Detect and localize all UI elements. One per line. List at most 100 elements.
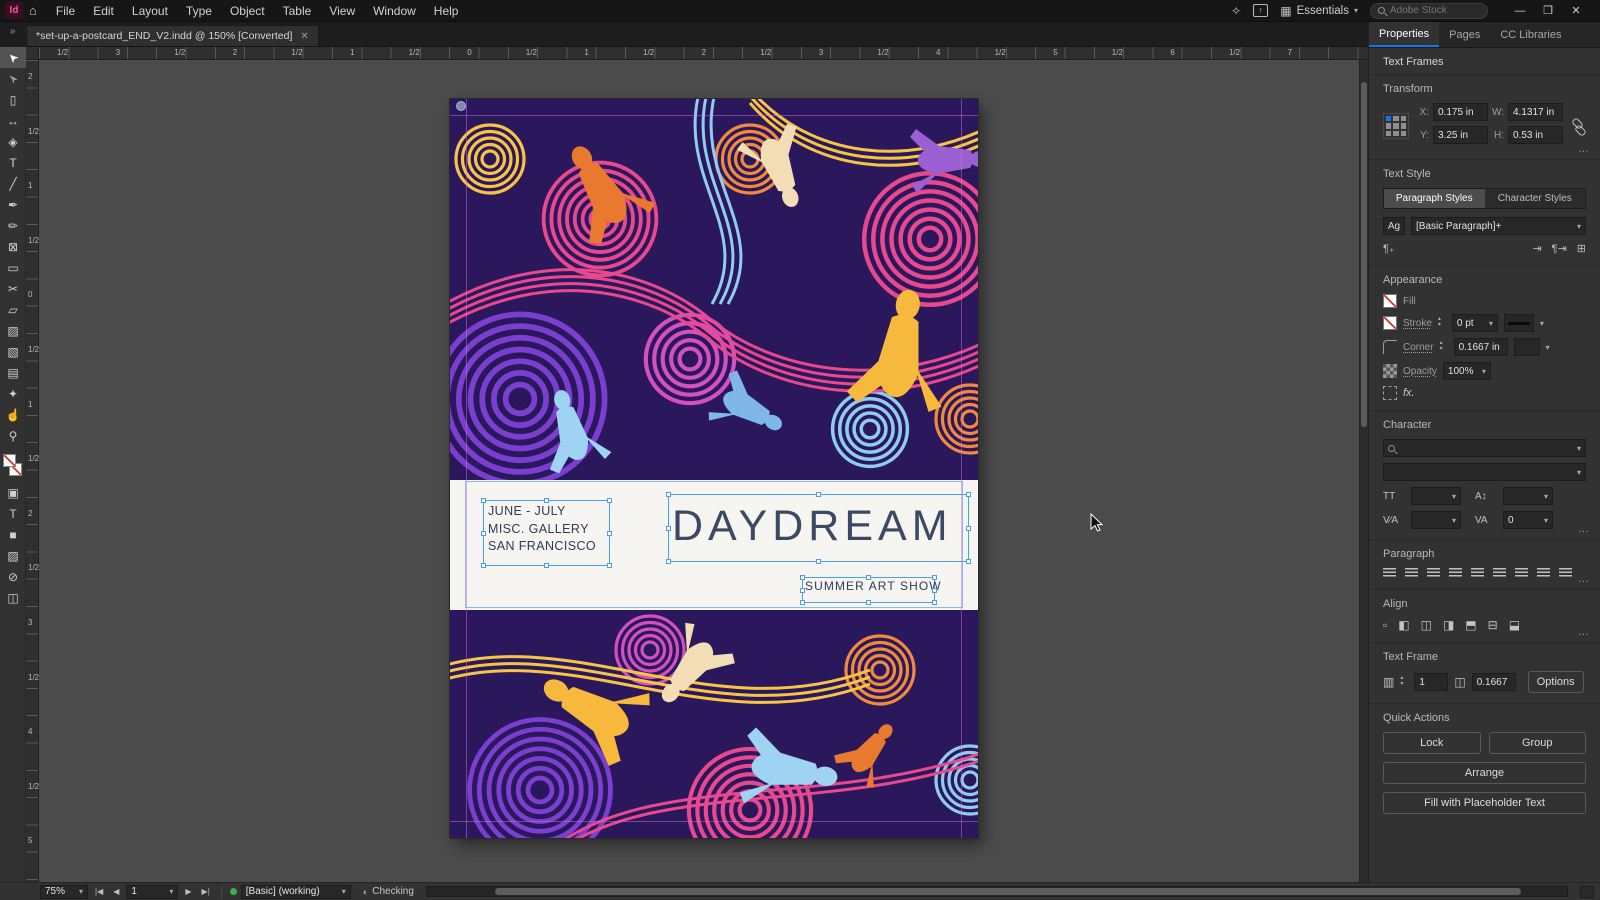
stroke-style-select[interactable]: [1503, 314, 1534, 332]
paragraph-style-select[interactable]: [Basic Paragraph]+ ▾: [1411, 217, 1586, 235]
corner-radius-stepper[interactable]: ▴ ▾: [1440, 340, 1448, 353]
constrain-proportions-icon[interactable]: [1572, 119, 1586, 135]
fx-label[interactable]: fx.: [1403, 387, 1415, 399]
selection-handle[interactable]: [966, 525, 971, 531]
page-tool[interactable]: ▯: [0, 89, 26, 110]
quick-action-arrange[interactable]: Arrange: [1383, 762, 1586, 784]
align-right-icon[interactable]: ◨: [1443, 618, 1454, 632]
corner-style-select[interactable]: [1513, 338, 1540, 356]
leading-field[interactable]: ▾: [1503, 487, 1553, 505]
zoom-tool[interactable]: ⚲: [0, 425, 26, 446]
menu-file[interactable]: File: [47, 0, 84, 22]
text-frame-subtitle[interactable]: SUMMER ART SHOW: [800, 575, 941, 605]
fill-stroke-swatches[interactable]: [0, 452, 26, 482]
next-page-button[interactable]: ▶: [182, 887, 194, 896]
direct-selection-tool[interactable]: ➢: [0, 68, 26, 89]
selection-handle[interactable]: [800, 587, 805, 593]
text-frame-venue[interactable]: JUNE - JULY MISC. GALLERY SAN FRANCISCO: [481, 498, 612, 568]
paragraph-indent-right-icon[interactable]: [1559, 568, 1572, 579]
stroke-color-swatch[interactable]: [1383, 316, 1397, 330]
page-number-field[interactable]: 1 ▾: [126, 884, 179, 899]
menu-table[interactable]: Table: [274, 0, 321, 22]
stroke-style-chevron-icon[interactable]: ▾: [1540, 319, 1544, 328]
content-collector-tool[interactable]: ◈: [0, 131, 26, 152]
ruler-left[interactable]: 2 1/2 1 1/2 0 1/2 1 1/2 2 1/2 3 1/2 4 1/2 5: [26, 60, 39, 882]
kerning-field[interactable]: ▾: [1411, 511, 1461, 529]
selection-handle[interactable]: [481, 498, 486, 503]
selection-handle[interactable]: [966, 492, 971, 497]
fill-color-swatch[interactable]: [1383, 294, 1397, 308]
columns-stepper[interactable]: ▴ ▾: [1400, 675, 1408, 688]
vertical-scrollbar-thumb[interactable]: [1361, 82, 1367, 428]
formatting-affects-text[interactable]: T: [0, 503, 26, 524]
columns-field[interactable]: 1: [1414, 673, 1449, 691]
indent-right-icon[interactable]: ⇥: [1532, 242, 1541, 255]
content-grabber-icon[interactable]: [456, 101, 466, 111]
free-transform-tool[interactable]: ▱: [0, 299, 26, 320]
character-more-options[interactable]: …: [1578, 523, 1590, 535]
formatting-affects-container[interactable]: ▣: [0, 482, 26, 503]
frame-effects-icon[interactable]: [1383, 386, 1397, 400]
selection-handle[interactable]: [544, 563, 549, 568]
stroke-weight-field[interactable]: 0 pt ▾: [1451, 314, 1498, 332]
text-frame-title[interactable]: DAYDREAM: [666, 492, 971, 564]
selection-handle[interactable]: [866, 600, 871, 605]
apply-color[interactable]: ■: [0, 524, 26, 545]
selection-tool[interactable]: ➤: [0, 47, 26, 68]
preflight-menu[interactable]: [Basic] (working) ▾: [240, 884, 351, 899]
align-top-icon[interactable]: ⬒: [1465, 618, 1476, 632]
selection-handle[interactable]: [932, 575, 937, 580]
vertical-scrollbar[interactable]: [1359, 60, 1368, 882]
menu-layout[interactable]: Layout: [123, 0, 177, 22]
paragraph-justify-left-icon[interactable]: [1449, 568, 1462, 579]
fill-swatch[interactable]: [3, 454, 16, 467]
selection-handle[interactable]: [816, 559, 821, 564]
line-tool[interactable]: ╱: [0, 173, 26, 194]
align-center-horizontal-icon[interactable]: ◫: [1421, 618, 1432, 632]
paragraph-indent-left-icon[interactable]: [1537, 568, 1550, 579]
align-center-vertical-icon[interactable]: ⊟: [1488, 618, 1498, 632]
paragraph-indent-icon[interactable]: ¶⇥: [1552, 242, 1567, 255]
close-tab-icon[interactable]: ✕: [300, 31, 308, 42]
close-button[interactable]: ✕: [1562, 4, 1590, 17]
hand-tool[interactable]: ☝: [0, 404, 26, 425]
note-tool[interactable]: ▤: [0, 362, 26, 383]
tools-panel-expand[interactable]: »: [0, 22, 25, 47]
learn-icon[interactable]: ✧: [1231, 4, 1241, 18]
selection-handle[interactable]: [800, 600, 805, 605]
tab-properties[interactable]: Properties: [1369, 22, 1440, 47]
tab-paragraph-styles[interactable]: Paragraph Styles: [1384, 189, 1485, 208]
h-field[interactable]: 0.53 in: [1508, 126, 1563, 144]
font-size-field[interactable]: ▾: [1411, 487, 1461, 505]
text-frame-options-button[interactable]: Options: [1527, 671, 1584, 693]
ruler-origin-box[interactable]: [26, 47, 39, 60]
selection-handle[interactable]: [866, 575, 871, 580]
menu-window[interactable]: Window: [364, 0, 425, 22]
paragraph-more-options[interactable]: …: [1578, 573, 1590, 585]
share-icon[interactable]: ↑: [1253, 4, 1269, 17]
quick-action-lock[interactable]: Lock: [1383, 732, 1481, 754]
apply-none[interactable]: ⊘: [0, 566, 26, 587]
stock-search-box[interactable]: [1370, 2, 1488, 19]
pen-tool[interactable]: ✒: [0, 194, 26, 215]
type-tool[interactable]: T: [0, 152, 26, 173]
reference-point-proxy[interactable]: [1383, 113, 1409, 139]
last-page-button[interactable]: ▶|: [199, 887, 213, 896]
paragraph-align-right-icon[interactable]: [1427, 568, 1440, 579]
tracking-field[interactable]: 0 ▾: [1503, 511, 1553, 529]
stroke-weight-stepper[interactable]: ▴ ▾: [1438, 316, 1446, 329]
menu-help[interactable]: Help: [425, 0, 468, 22]
minimize-button[interactable]: —: [1506, 5, 1534, 17]
font-family-select[interactable]: ▾: [1383, 439, 1586, 457]
align-more-options[interactable]: …: [1578, 626, 1590, 638]
selection-handle[interactable]: [800, 575, 805, 580]
selection-handle[interactable]: [481, 563, 486, 568]
transform-more-options[interactable]: …: [1578, 143, 1590, 155]
quick-action-group[interactable]: Group: [1488, 732, 1586, 754]
corner-link[interactable]: Corner: [1403, 342, 1434, 353]
font-style-select[interactable]: ▾: [1383, 463, 1586, 481]
home-icon[interactable]: ⌂: [29, 3, 37, 18]
opacity-field[interactable]: 100% ▾: [1442, 362, 1491, 380]
align-left-icon[interactable]: ◧: [1398, 618, 1409, 632]
workspace-switcher[interactable]: ▦ Essentials ▾: [1280, 4, 1358, 18]
